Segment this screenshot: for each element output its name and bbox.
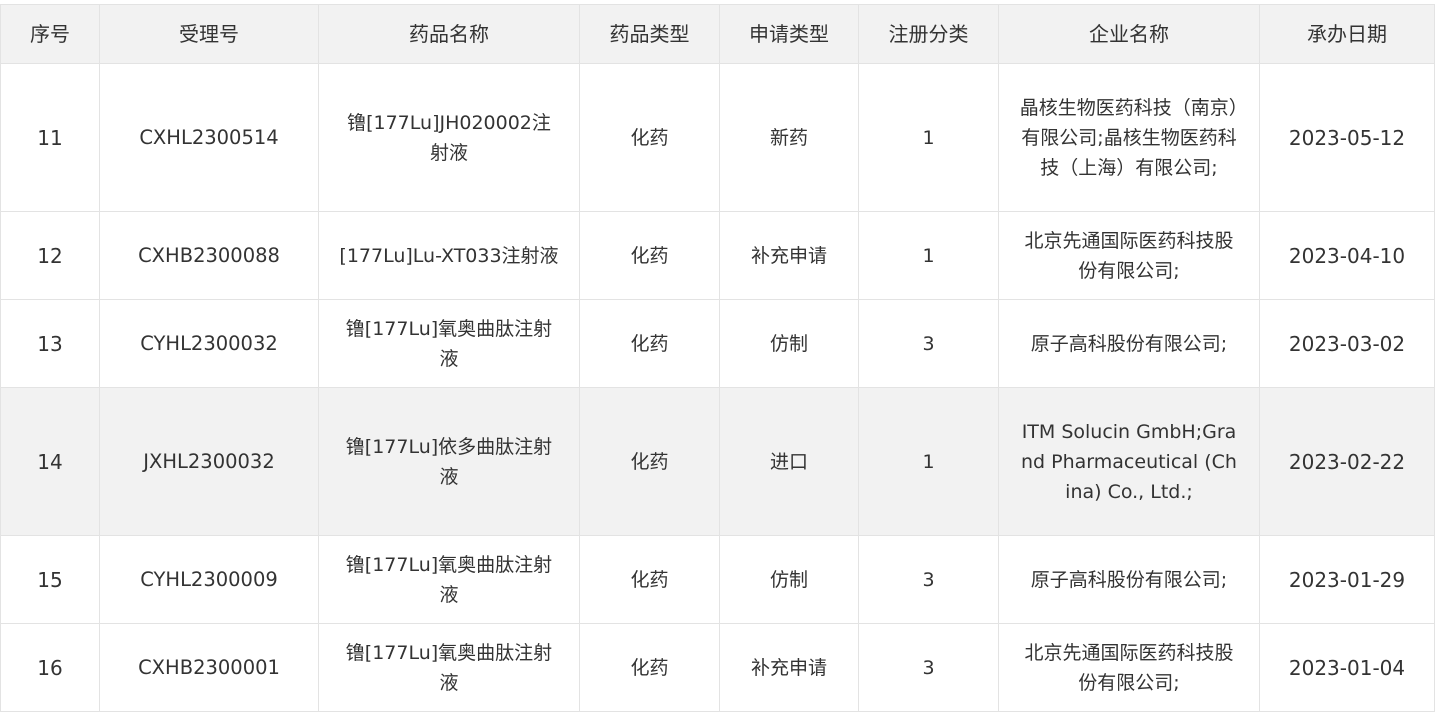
cell-acceptance-number: CYHL2300009	[99, 535, 319, 624]
cell-application-type: 进口	[719, 387, 859, 536]
header-company-name: 企业名称	[998, 4, 1260, 64]
cell-acceptance-number: CXHB2300001	[99, 623, 319, 712]
table-row[interactable]: 12 CXHB2300088 [177Lu]Lu-XT033注射液 化药 补充申…	[0, 211, 1435, 300]
cell-no: 15	[0, 535, 100, 624]
table-row[interactable]: 15 CYHL2300009 镥[177Lu]氧奥曲肽注射液 化药 仿制 3 原…	[0, 535, 1435, 624]
cell-drug-type: 化药	[579, 623, 720, 712]
cell-handling-date: 2023-02-22	[1259, 387, 1435, 536]
cell-registration-class: 1	[858, 387, 999, 536]
cell-drug-type: 化药	[579, 299, 720, 388]
cell-company-name: 晶核生物医药科技（南京）有限公司;晶核生物医药科技（上海）有限公司;	[998, 63, 1260, 212]
cell-company-name: 原子高科股份有限公司;	[998, 535, 1260, 624]
header-acceptance-number: 受理号	[99, 4, 319, 64]
cell-company-name: 北京先通国际医药科技股份有限公司;	[998, 211, 1260, 300]
header-handling-date: 承办日期	[1259, 4, 1435, 64]
cell-handling-date: 2023-01-29	[1259, 535, 1435, 624]
cell-registration-class: 3	[858, 299, 999, 388]
table-row[interactable]: 16 CXHB2300001 镥[177Lu]氧奥曲肽注射液 化药 补充申请 3…	[0, 623, 1435, 712]
header-registration-class: 注册分类	[858, 4, 999, 64]
cell-drug-name: 镥[177Lu]依多曲肽注射液	[318, 387, 580, 536]
cell-drug-type: 化药	[579, 211, 720, 300]
cell-no: 14	[0, 387, 100, 536]
cell-handling-date: 2023-01-04	[1259, 623, 1435, 712]
cell-drug-type: 化药	[579, 63, 720, 212]
drug-registration-table: 序号 受理号 药品名称 药品类型 申请类型 注册分类 企业名称 承办日期 11 …	[0, 4, 1435, 712]
cell-drug-name: 镥[177Lu]氧奥曲肽注射液	[318, 623, 580, 712]
cell-registration-class: 3	[858, 623, 999, 712]
cell-application-type: 仿制	[719, 535, 859, 624]
cell-drug-name: 镥[177Lu]氧奥曲肽注射液	[318, 299, 580, 388]
header-drug-type: 药品类型	[579, 4, 720, 64]
cell-registration-class: 1	[858, 211, 999, 300]
cell-application-type: 仿制	[719, 299, 859, 388]
cell-drug-name: 镥[177Lu]氧奥曲肽注射液	[318, 535, 580, 624]
cell-acceptance-number: CYHL2300032	[99, 299, 319, 388]
cell-handling-date: 2023-05-12	[1259, 63, 1435, 212]
cell-acceptance-number: CXHB2300088	[99, 211, 319, 300]
header-application-type: 申请类型	[719, 4, 859, 64]
cell-company-name: ITM Solucin GmbH;Grand Pharmaceutical (C…	[998, 387, 1260, 536]
cell-no: 16	[0, 623, 100, 712]
cell-handling-date: 2023-03-02	[1259, 299, 1435, 388]
cell-handling-date: 2023-04-10	[1259, 211, 1435, 300]
cell-acceptance-number: CXHL2300514	[99, 63, 319, 212]
cell-application-type: 补充申请	[719, 623, 859, 712]
cell-no: 11	[0, 63, 100, 212]
cell-application-type: 补充申请	[719, 211, 859, 300]
header-no: 序号	[0, 4, 100, 64]
header-row: 序号 受理号 药品名称 药品类型 申请类型 注册分类 企业名称 承办日期	[0, 4, 1435, 64]
table-row[interactable]: 14 JXHL2300032 镥[177Lu]依多曲肽注射液 化药 进口 1 I…	[0, 387, 1435, 536]
table-row[interactable]: 11 CXHL2300514 镥[177Lu]JH020002注射液 化药 新药…	[0, 63, 1435, 212]
cell-no: 13	[0, 299, 100, 388]
cell-company-name: 原子高科股份有限公司;	[998, 299, 1260, 388]
cell-drug-name: 镥[177Lu]JH020002注射液	[318, 63, 580, 212]
table-body: 11 CXHL2300514 镥[177Lu]JH020002注射液 化药 新药…	[0, 63, 1435, 712]
cell-drug-type: 化药	[579, 387, 720, 536]
table-row[interactable]: 13 CYHL2300032 镥[177Lu]氧奥曲肽注射液 化药 仿制 3 原…	[0, 299, 1435, 388]
cell-registration-class: 3	[858, 535, 999, 624]
cell-drug-name: [177Lu]Lu-XT033注射液	[318, 211, 580, 300]
cell-application-type: 新药	[719, 63, 859, 212]
cell-no: 12	[0, 211, 100, 300]
cell-company-name: 北京先通国际医药科技股份有限公司;	[998, 623, 1260, 712]
cell-acceptance-number: JXHL2300032	[99, 387, 319, 536]
cell-registration-class: 1	[858, 63, 999, 212]
header-drug-name: 药品名称	[318, 4, 580, 64]
cell-drug-type: 化药	[579, 535, 720, 624]
table-header: 序号 受理号 药品名称 药品类型 申请类型 注册分类 企业名称 承办日期	[0, 4, 1435, 64]
